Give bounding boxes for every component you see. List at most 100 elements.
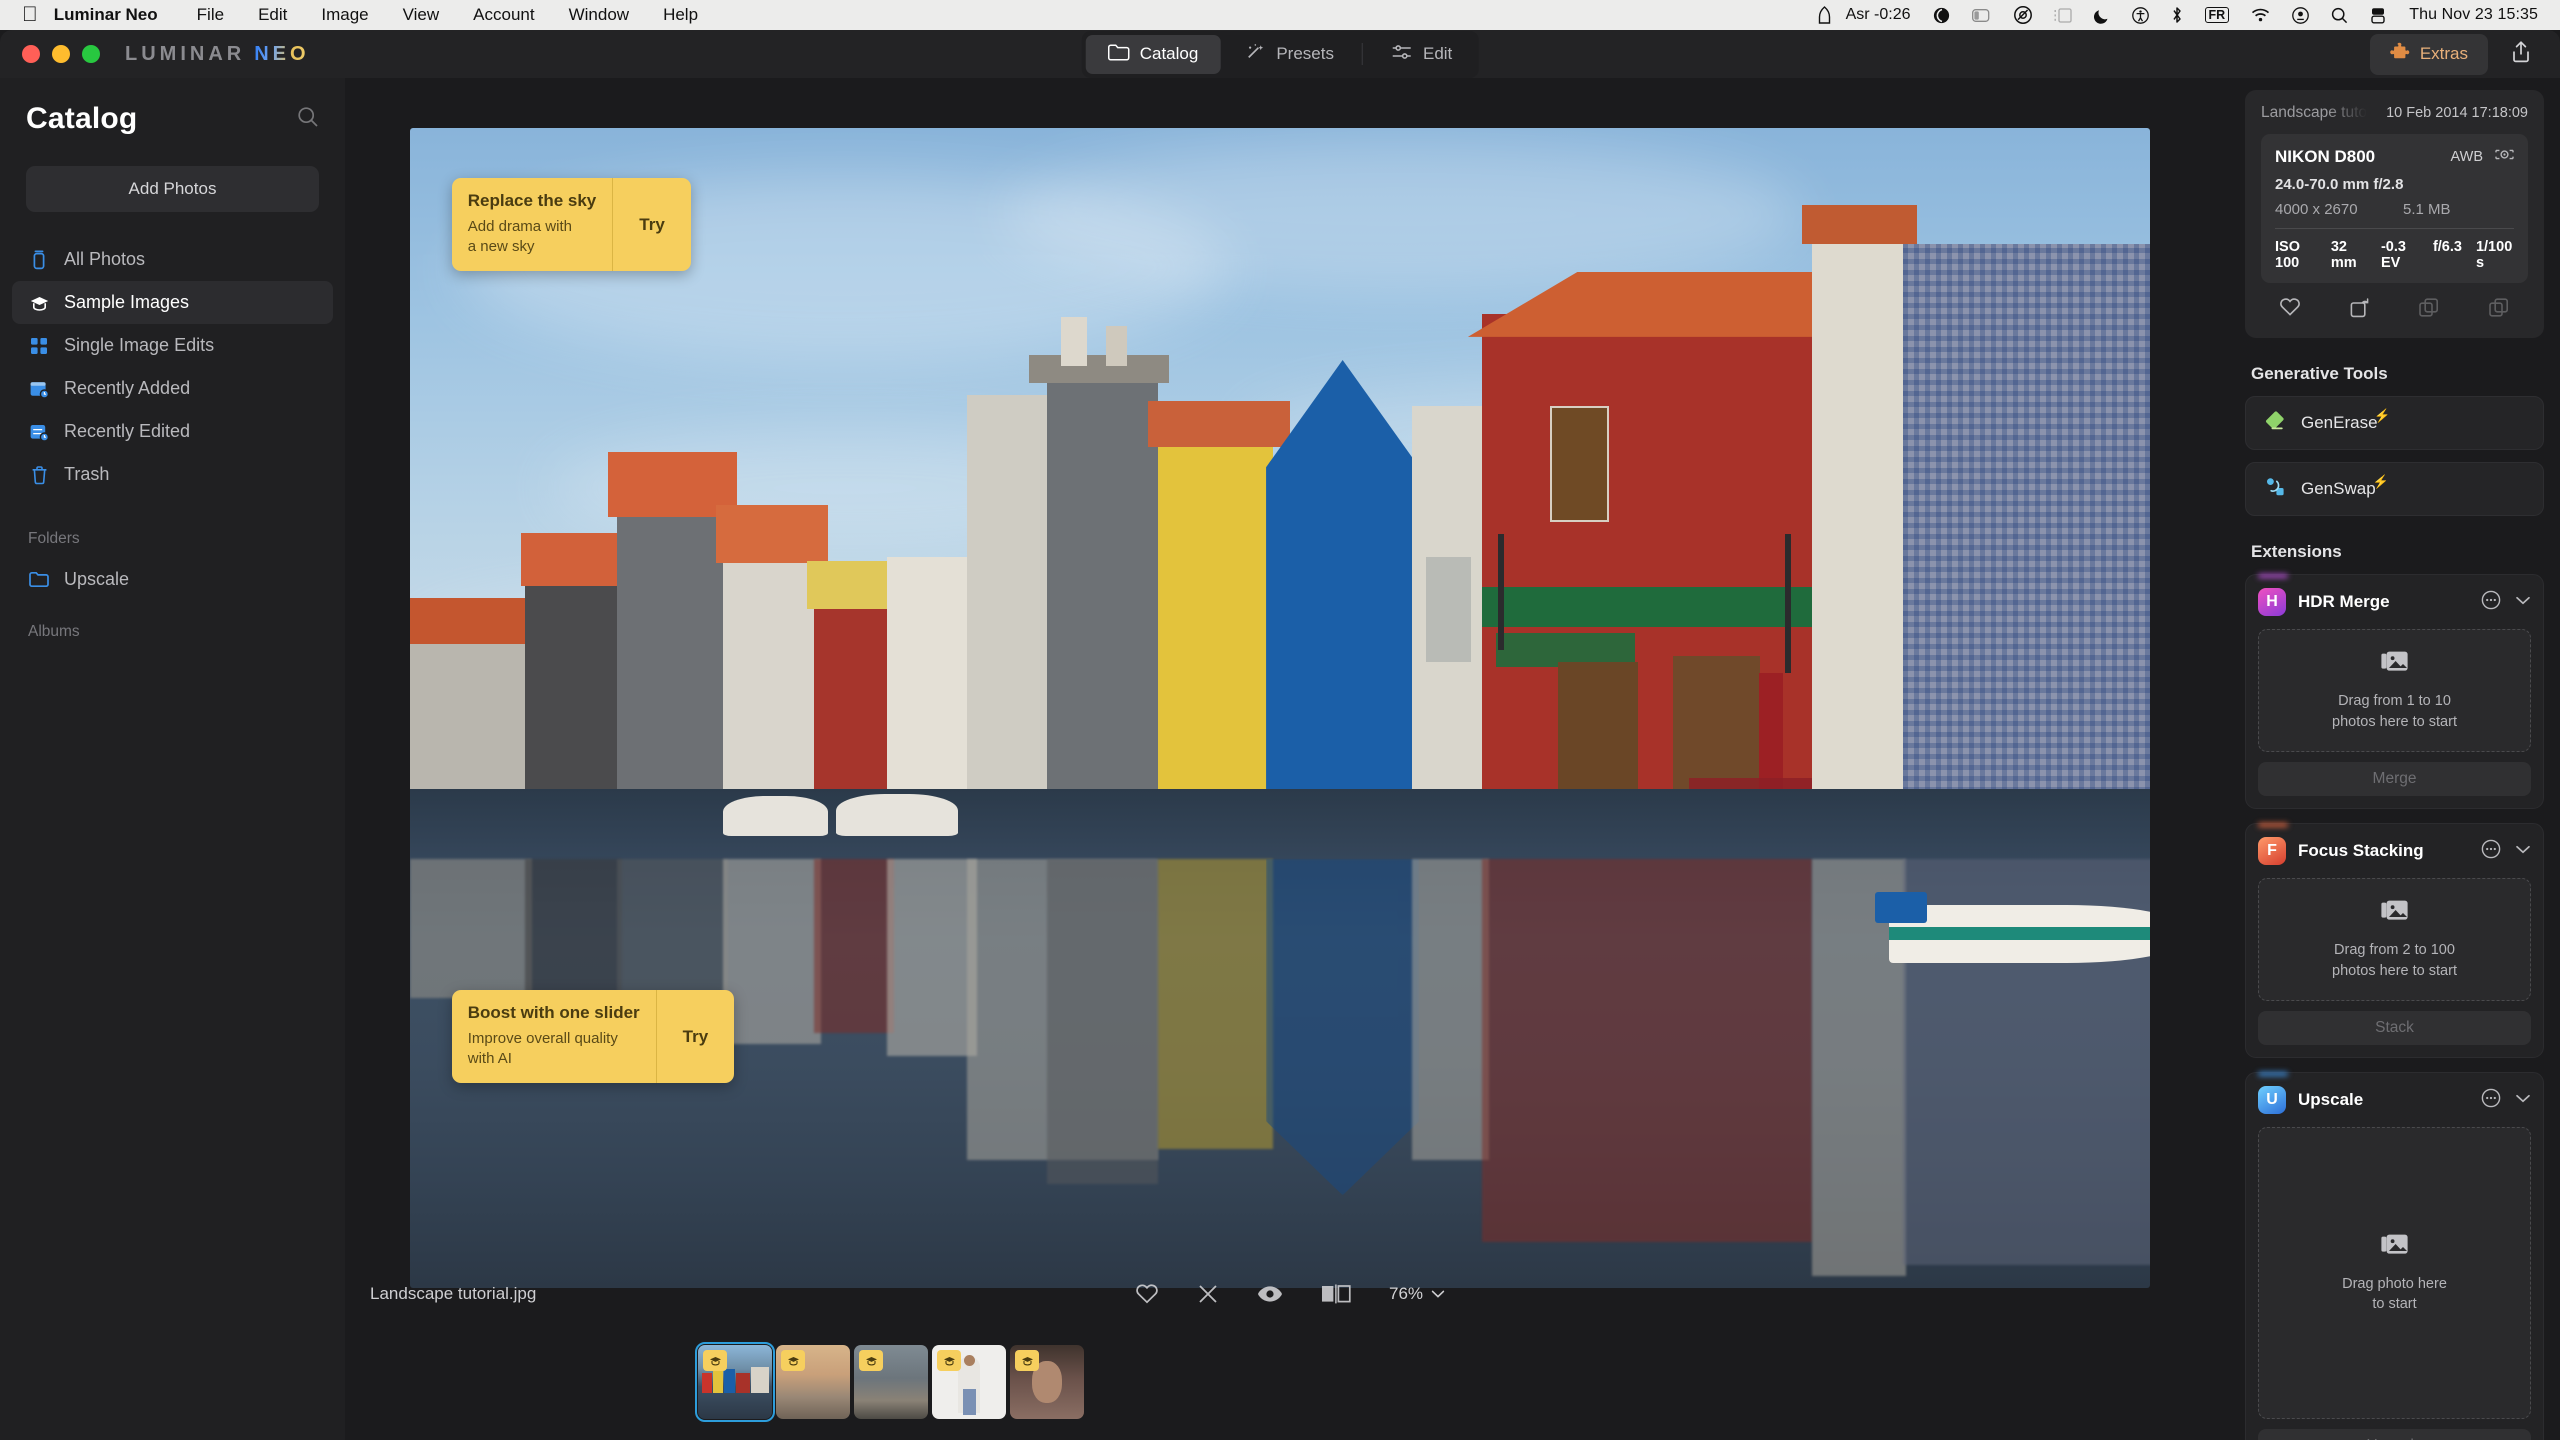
sidebar-item-recently-added[interactable]: Recently Added	[12, 367, 333, 410]
add-photos-button[interactable]: Add Photos	[26, 166, 319, 212]
close-window-button[interactable]	[22, 45, 40, 63]
sidebar-item-trash[interactable]: Trash	[12, 453, 333, 496]
lens-info: 24.0-70.0 mm f/2.8	[2275, 176, 2404, 193]
input-source-icon[interactable]: FR	[2194, 6, 2241, 24]
menubar-clock[interactable]: Thu Nov 23 15:35	[2397, 6, 2538, 24]
folder-item-upscale[interactable]: Upscale	[12, 558, 333, 601]
siri-icon[interactable]	[2359, 7, 2397, 24]
wifi-icon[interactable]	[2240, 8, 2281, 22]
tip-subtitle-line2: a new sky	[467, 238, 535, 256]
eraser-icon	[2264, 410, 2288, 437]
filmstrip-thumb-portrait-woman-white[interactable]	[932, 1345, 1006, 1419]
menu-image[interactable]: Image	[304, 5, 385, 25]
generase-text: GenErase	[2301, 413, 2378, 432]
prayer-times-label[interactable]: Asr -0:26	[1842, 6, 1922, 24]
filmstrip-thumb-beach-sunset[interactable]	[776, 1345, 850, 1419]
photos-stack-icon	[2380, 649, 2410, 679]
center-area: Replace the sky Add drama with a new sky…	[345, 78, 2235, 1440]
favorite-heart-icon[interactable]	[2279, 297, 2301, 324]
chevron-down-icon[interactable]	[2515, 842, 2531, 860]
menu-edit[interactable]: Edit	[241, 5, 304, 25]
albums-section-header: Albums	[28, 623, 80, 640]
sidebar-item-sample-images[interactable]: Sample Images	[12, 281, 333, 324]
catalog-nav-list: All Photos Sample Images Single Image Ed…	[0, 238, 345, 496]
menu-app-name[interactable]: Luminar Neo	[54, 5, 180, 25]
prayer-times-icon[interactable]	[1807, 6, 1842, 24]
photo-name: Landscape tuto	[2261, 104, 2368, 121]
generative-tool-generase[interactable]: GenErase ⚡	[2245, 396, 2544, 450]
menu-help[interactable]: Help	[646, 5, 715, 25]
window-traffic-lights[interactable]	[0, 45, 100, 63]
tab-edit[interactable]: Edit	[1369, 35, 1474, 74]
tip-try-button[interactable]: Try	[655, 989, 735, 1084]
white-balance-icon[interactable]	[2495, 146, 2514, 168]
tab-presets[interactable]: Presets	[1222, 35, 1356, 74]
tip-card-replace-sky[interactable]: Replace the sky Add drama with a new sky…	[451, 177, 691, 272]
paste-settings-icon[interactable]	[2488, 297, 2510, 324]
sidebar-item-single-image-edits[interactable]: Single Image Edits	[12, 324, 333, 367]
reflection	[1046, 858, 1159, 1184]
minimize-window-button[interactable]	[52, 45, 70, 63]
photos-stack-icon	[2380, 1232, 2410, 1262]
filmstrip-thumb-market-street[interactable]	[854, 1345, 928, 1419]
reflection	[723, 858, 821, 1045]
page-title: Catalog	[26, 102, 138, 135]
genswap-text: GenSwap	[2301, 479, 2376, 498]
more-options-icon[interactable]	[2481, 839, 2501, 864]
maximize-window-button[interactable]	[82, 45, 100, 63]
reject-close-icon[interactable]	[1197, 1283, 1219, 1305]
tip-card-boost-slider[interactable]: Boost with one slider Improve overall qu…	[451, 989, 735, 1084]
bluetooth-icon[interactable]	[2160, 6, 2194, 24]
menu-account[interactable]: Account	[456, 5, 551, 25]
white-balance-label: AWB	[2450, 149, 2484, 165]
spotlight-search-icon[interactable]	[2320, 7, 2359, 24]
tip-try-button[interactable]: Try	[612, 177, 691, 272]
reflection	[886, 858, 978, 1056]
favorite-heart-icon[interactable]	[1135, 1283, 1159, 1305]
search-icon[interactable]	[297, 106, 319, 133]
filmstrip-thumb-portrait-closeup[interactable]	[1010, 1345, 1084, 1419]
window-shutter	[1426, 557, 1472, 662]
reflection	[410, 858, 532, 998]
hdr-merge-button[interactable]: Merge	[2258, 762, 2531, 796]
hdr-merge-dropzone[interactable]: Drag from 1 to 10 photos here to start	[2258, 629, 2531, 752]
upscale-button[interactable]: Upscale	[2258, 1429, 2531, 1440]
extras-button[interactable]: Extras	[2369, 33, 2488, 75]
photo-canvas[interactable]: Replace the sky Add drama with a new sky…	[410, 128, 2150, 1288]
do-not-disturb-icon[interactable]	[2083, 7, 2121, 24]
control-center-icon[interactable]	[2281, 6, 2320, 24]
rotate-icon[interactable]	[2349, 297, 2371, 324]
preview-eye-icon[interactable]	[1257, 1284, 1283, 1304]
compare-split-icon[interactable]	[1321, 1284, 1351, 1304]
zoom-level-selector[interactable]: 76%	[1389, 1284, 1445, 1304]
focus-stacking-dropzone[interactable]: Drag from 2 to 100 photos here to start	[2258, 878, 2531, 1001]
chevron-down-icon[interactable]	[2515, 593, 2531, 611]
tab-catalog[interactable]: Catalog	[1085, 34, 1221, 74]
menu-file[interactable]: File	[180, 5, 241, 25]
generative-tool-genswap[interactable]: GenSwap ⚡	[2245, 462, 2544, 516]
copy-settings-icon[interactable]	[2418, 297, 2440, 324]
accessibility-icon[interactable]	[2121, 6, 2160, 24]
calendar-clock-icon	[28, 378, 50, 400]
chevron-down-icon[interactable]	[2515, 1091, 2531, 1109]
share-export-icon[interactable]	[2504, 34, 2538, 75]
battery-icon[interactable]	[1961, 8, 2003, 22]
moon-crescent-icon[interactable]	[1922, 7, 1961, 24]
screen-mirroring-icon[interactable]	[2043, 7, 2083, 23]
menu-window[interactable]: Window	[552, 5, 646, 25]
brand-neo: NEO	[254, 42, 310, 65]
more-options-icon[interactable]	[2481, 1088, 2501, 1113]
sidebar-item-all-photos[interactable]: All Photos	[12, 238, 333, 281]
hdr-merge-title: HDR Merge	[2298, 592, 2390, 611]
menu-view[interactable]: View	[386, 5, 457, 25]
house-white-tall	[1812, 220, 1907, 848]
creative-cloud-icon[interactable]	[2003, 6, 2043, 24]
filmstrip-thumb-landscape-tutorial[interactable]	[695, 1342, 775, 1422]
sidebar-item-recently-edited[interactable]: Recently Edited	[12, 410, 333, 453]
tab-presets-label: Presets	[1276, 44, 1334, 63]
luminar-neo-window: LUMINAR NEO Catalog Presets Edit Extras …	[0, 30, 2560, 1440]
more-options-icon[interactable]	[2481, 590, 2501, 615]
apple-icon[interactable]: 	[22, 4, 54, 25]
stack-button[interactable]: Stack	[2258, 1011, 2531, 1045]
upscale-dropzone[interactable]: Drag photo here to start	[2258, 1127, 2531, 1419]
